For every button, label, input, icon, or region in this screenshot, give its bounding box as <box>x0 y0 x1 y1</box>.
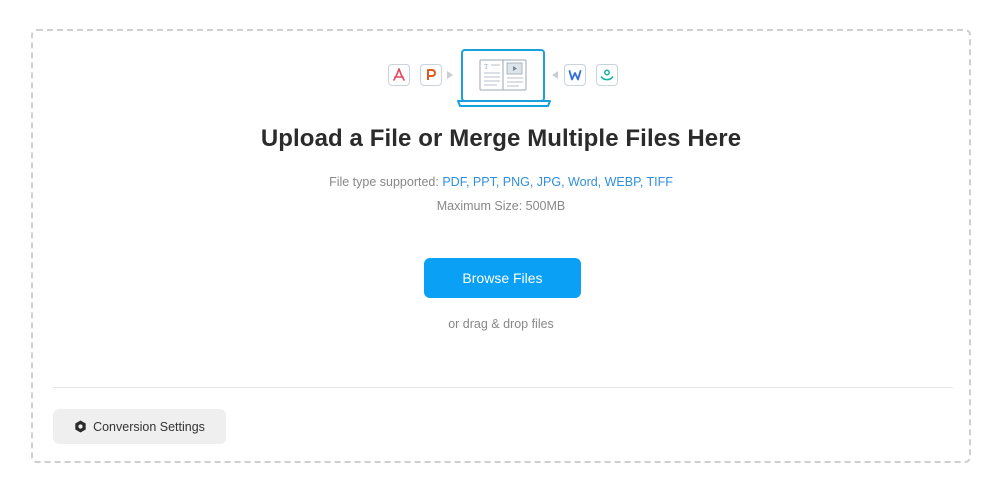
image-icon <box>596 64 618 86</box>
conversion-settings-label: Conversion Settings <box>93 419 205 434</box>
supported-types-list: PDF, PPT, PNG, JPG, Word, WEBP, TIFF <box>442 175 673 189</box>
laptop-document-icon: T <box>457 49 551 109</box>
conversion-settings-button[interactable]: Conversion Settings <box>53 409 226 444</box>
ppt-icon <box>420 64 442 86</box>
word-icon <box>564 64 586 86</box>
drag-drop-hint: or drag & drop files <box>448 317 554 331</box>
gear-icon <box>74 420 87 433</box>
browse-files-button[interactable]: Browse Files <box>424 258 581 298</box>
supported-file-types: File type supported: PDF, PPT, PNG, JPG,… <box>33 175 969 189</box>
divider <box>53 387 953 388</box>
arrow-left-icon <box>552 71 558 79</box>
upload-dropzone[interactable]: T Upload a File or Merge Multiple Files … <box>31 29 971 463</box>
svg-text:T: T <box>484 63 489 71</box>
pdf-icon <box>388 64 410 86</box>
supported-prefix: File type supported: <box>329 175 443 189</box>
max-size-text: Maximum Size: 500MB <box>436 199 566 213</box>
file-type-icons-row: T <box>33 49 969 111</box>
arrow-right-icon <box>447 71 453 79</box>
upload-title: Upload a File or Merge Multiple Files He… <box>260 125 742 152</box>
